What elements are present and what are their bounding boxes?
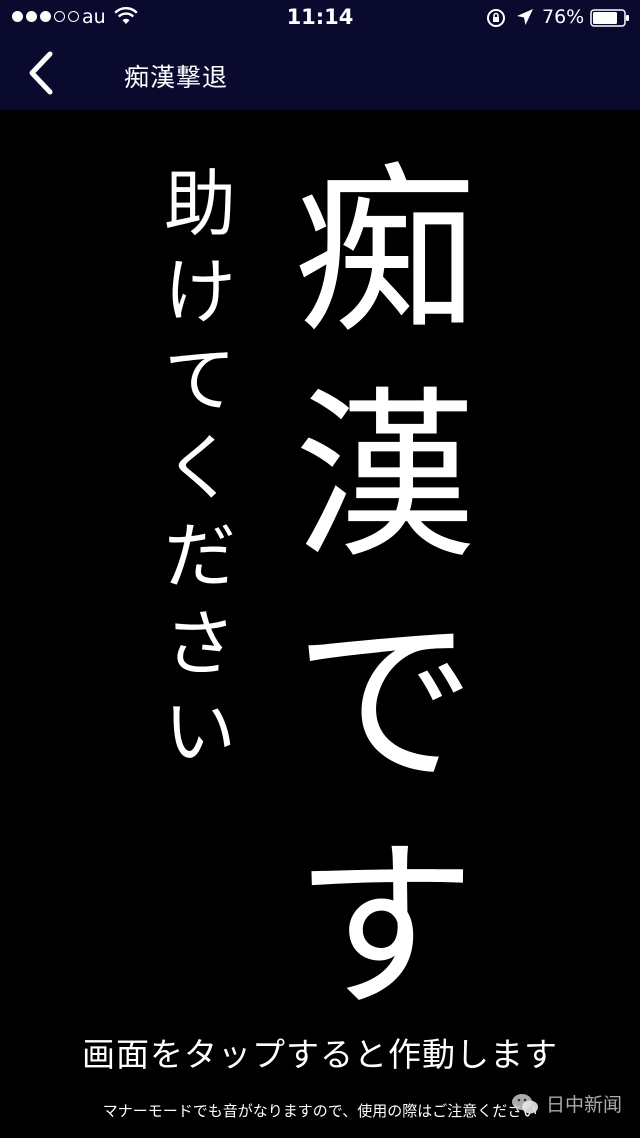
warning-char: 漢 bbox=[294, 371, 476, 583]
battery-percent: 76% bbox=[542, 6, 585, 28]
page-title: 痴漢撃退 bbox=[124, 63, 229, 92]
chevron-left-icon bbox=[29, 51, 53, 95]
warning-char: す bbox=[294, 821, 476, 1033]
location-arrow-icon bbox=[517, 9, 533, 25]
battery-icon bbox=[590, 9, 629, 27]
rotation-lock-icon bbox=[487, 9, 505, 27]
watermark: 日中新闻 bbox=[510, 1090, 622, 1117]
help-char: い bbox=[163, 690, 236, 774]
warning-text-vertical: 痴 漢 で す bbox=[290, 150, 480, 1030]
help-char: 助 bbox=[163, 162, 236, 246]
help-char: け bbox=[163, 250, 236, 334]
help-char: て bbox=[163, 338, 236, 422]
help-text-vertical: 助 け て く だ さ い bbox=[158, 160, 242, 780]
wechat-icon bbox=[511, 1093, 538, 1113]
tap-instruction: 画面をタップすると作動します bbox=[82, 1035, 558, 1074]
status-bar: au 11:14 76% bbox=[0, 0, 640, 36]
watermark-text: 日中新闻 bbox=[545, 1094, 622, 1116]
help-char: く bbox=[163, 426, 236, 510]
help-char: さ bbox=[163, 602, 236, 686]
help-char: だ bbox=[163, 514, 236, 598]
top-bar: au 11:14 76% 痴漢撃退 bbox=[0, 0, 640, 110]
warning-char: で bbox=[294, 596, 476, 808]
navigation-bar: 痴漢撃退 bbox=[0, 36, 640, 110]
screen: au 11:14 76% 痴漢撃退 助 け て く だ さ い 痴 漢 で す … bbox=[0, 0, 640, 1138]
warning-char: 痴 bbox=[294, 146, 476, 358]
back-button[interactable] bbox=[20, 48, 64, 98]
tap-area[interactable]: 助 け て く だ さ い 痴 漢 で す bbox=[0, 110, 640, 1138]
